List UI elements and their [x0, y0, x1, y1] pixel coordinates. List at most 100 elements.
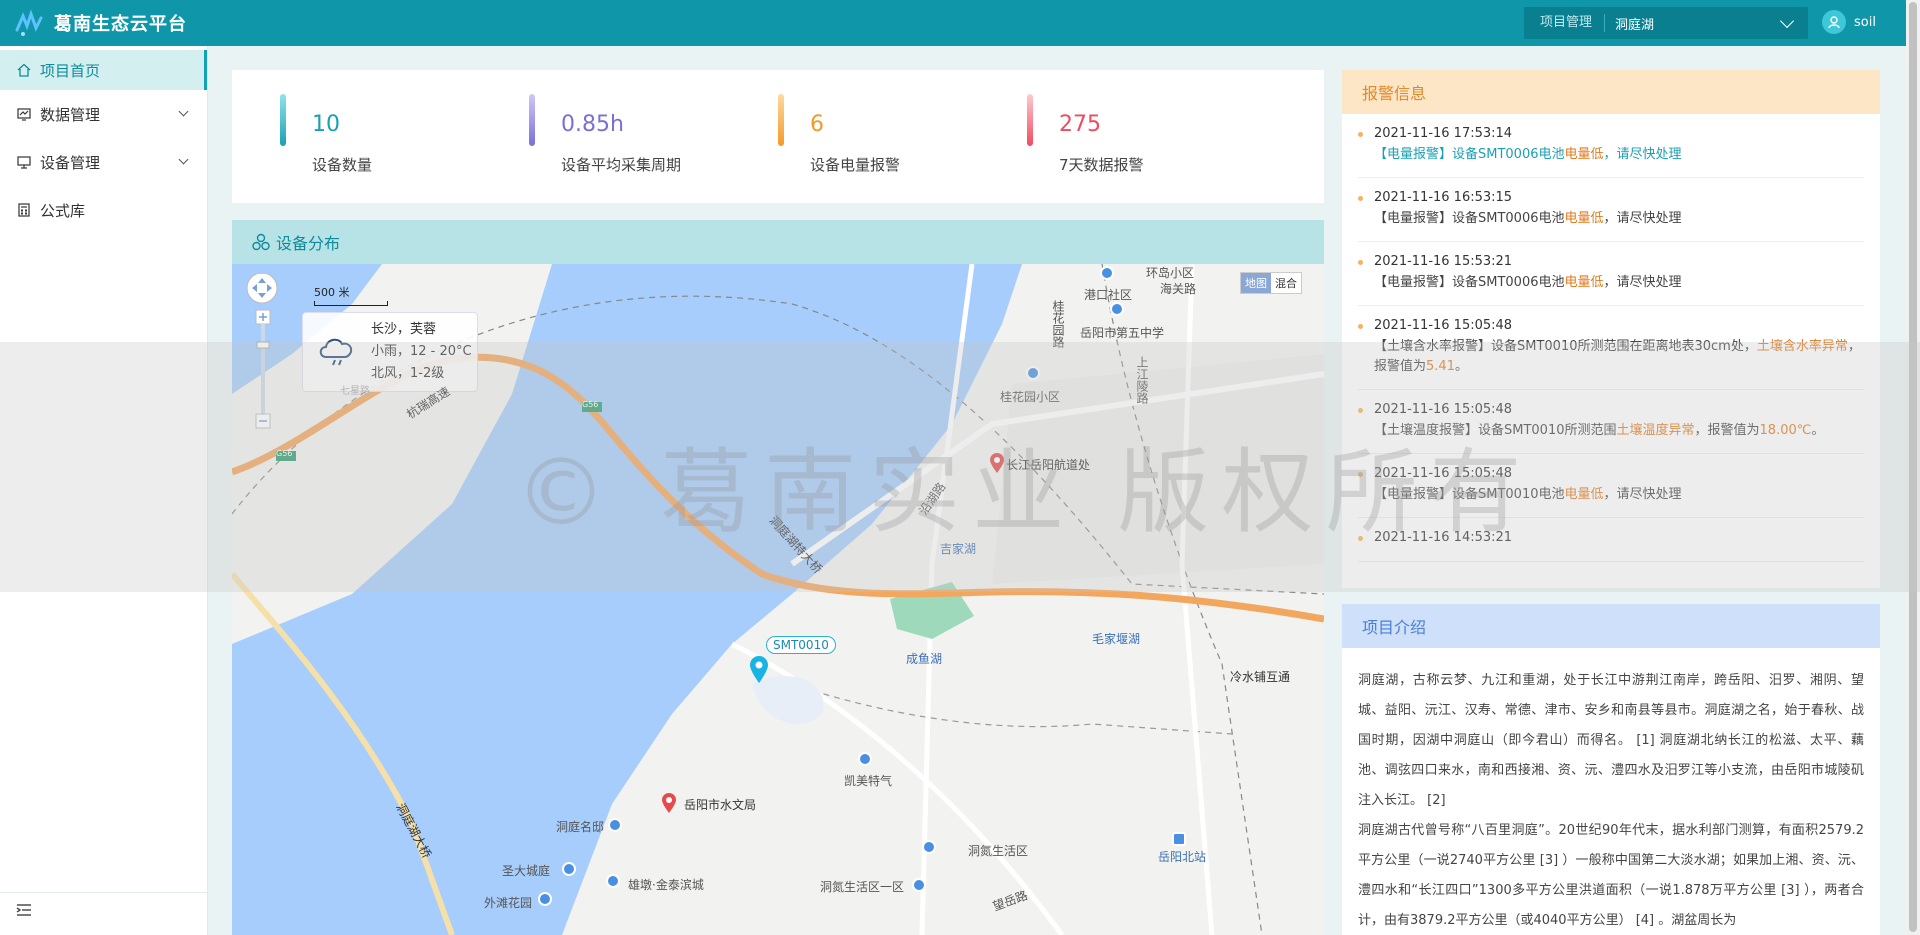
map-label: 成鱼湖	[906, 652, 943, 666]
project-select-value[interactable]: 洞庭湖	[1605, 14, 1782, 33]
alarm-message: 【电量报警】设备SMT0006电池电量低，请尽快处理	[1374, 147, 1682, 162]
stat-label: 设备电量报警	[810, 156, 901, 174]
list-item[interactable]: 2021-11-16 15:05:48 【土壤含水率报警】设备SMT0010所测…	[1358, 306, 1864, 390]
poi-icon[interactable]	[922, 840, 936, 854]
map-label: 海关路	[1160, 282, 1197, 296]
logo[interactable]: 葛南生态云平台	[14, 8, 187, 38]
map-label: G56	[582, 400, 599, 409]
weather-city: 长沙，芙蓉	[371, 322, 437, 337]
map-label: 七星路	[340, 386, 370, 397]
list-item[interactable]: 2021-11-16 16:53:15 【电量报警】设备SMT0006电池电量低…	[1358, 178, 1864, 242]
project-intro-panel: 项目介绍 洞庭湖，古称云梦、九江和重湖，处于长江中游荆江南岸，跨岳阳、汨罗、湘阴…	[1342, 604, 1880, 935]
poi-icon[interactable]	[1110, 302, 1124, 316]
poi-icon[interactable]	[912, 878, 926, 892]
chevron-down-icon[interactable]	[1779, 13, 1795, 28]
sidebar-item-data[interactable]: 数据管理	[0, 90, 207, 138]
project-label: 项目管理	[1524, 14, 1606, 32]
alarm-time: 2021-11-16 16:53:15	[1374, 190, 1513, 205]
map-label: 环岛小区	[1146, 266, 1195, 280]
scale-bar	[314, 301, 388, 306]
chevron-down-icon[interactable]	[178, 106, 189, 117]
list-item[interactable]: 2021-11-16 15:05:48 【电量报警】设备SMT0010电池电量低…	[1358, 454, 1864, 518]
sidebar-item-label: 项目首页	[40, 61, 101, 80]
stat-label: 7天数据报警	[1059, 156, 1144, 174]
formula-icon	[16, 202, 32, 218]
poi-icon[interactable]	[858, 752, 872, 766]
sidebar-item-label: 公式库	[40, 201, 86, 220]
map-label: 桂花园小区	[1000, 390, 1061, 404]
weather-widget: 长沙，芙蓉 小雨，12 - 20°C 北风，1-2级	[302, 312, 478, 392]
map-label: G56	[276, 449, 293, 458]
list-item[interactable]: 2021-11-16 17:53:14 【电量报警】设备SMT0006电池电量低…	[1358, 114, 1864, 178]
map-type-switch[interactable]: 地图 混合	[1240, 272, 1302, 294]
stat-accent-bar	[1027, 94, 1033, 146]
stat-label: 设备数量	[312, 156, 373, 174]
page-scrollbar[interactable]	[1906, 0, 1920, 935]
alarm-time: 2021-11-16 14:53:21	[1374, 530, 1513, 545]
poi-icon[interactable]	[606, 874, 620, 888]
stat-value: 6	[810, 112, 824, 137]
collapse-menu-icon[interactable]	[16, 902, 32, 921]
monitor-icon	[16, 154, 32, 170]
stat-label: 设备平均采集周期	[561, 156, 682, 174]
alarm-time: 2021-11-16 15:05:48	[1374, 402, 1513, 417]
weather-wind: 北风，1-2级	[371, 366, 445, 381]
map-label: 毛家堰湖	[1092, 632, 1141, 646]
map-label: 桂花园路	[1051, 300, 1065, 348]
map-label: 港口社区	[1084, 288, 1133, 302]
data-icon	[16, 106, 32, 122]
device-tag[interactable]: SMT0010	[766, 636, 836, 654]
project-selector[interactable]: 项目管理 洞庭湖	[1524, 7, 1808, 39]
app-title: 葛南生态云平台	[54, 14, 187, 35]
map-label: 洞氮生活区	[968, 844, 1029, 858]
map-header: 设备分布	[232, 220, 1324, 264]
scale-label: 500 米	[314, 286, 350, 299]
alarm-time: 2021-11-16 17:53:14	[1374, 126, 1513, 141]
alarm-message: 【电量报警】设备SMT0006电池电量低，请尽快处理	[1374, 275, 1682, 290]
alarm-list[interactable]: 2021-11-16 17:53:14 【电量报警】设备SMT0006电池电量低…	[1342, 114, 1880, 562]
alarm-message: 【土壤含水率报警】设备SMT0010所测范围在距离地表30cm处，土壤含水率异常…	[1374, 339, 1861, 374]
sidebar-item-home[interactable]: 项目首页	[0, 50, 207, 90]
poi-icon[interactable]	[1100, 266, 1114, 280]
poi-icon[interactable]	[608, 818, 622, 832]
intro-paragraph: 洞庭湖，古称云梦、九江和重湖，处于长江中游荆江南岸，跨岳阳、汨罗、湘阴、望城、益…	[1358, 673, 1864, 808]
stat-accent-bar	[778, 94, 784, 146]
map-label: 洞庭名邸	[556, 820, 605, 834]
stat-value: 0.85h	[561, 112, 624, 137]
weather-condition: 小雨，12 - 20°C	[371, 344, 472, 359]
scrollbar-thumb[interactable]	[1909, 2, 1917, 932]
stat-accent-bar	[280, 94, 286, 146]
alarm-message: 【土壤温度报警】设备SMT0010所测范围土壤温度异常，报警值为18.00℃。	[1374, 423, 1825, 438]
map-label: 岳阳北站	[1158, 850, 1207, 864]
map-label: 岳阳市水文局	[684, 798, 757, 812]
map-type-hybrid[interactable]: 混合	[1271, 273, 1301, 293]
poi-icon[interactable]	[562, 862, 576, 876]
alarm-message: 【电量报警】设备SMT0006电池电量低，请尽快处理	[1374, 211, 1682, 226]
alarm-header: 报警信息	[1342, 70, 1880, 114]
map-label: 凯美特气	[844, 774, 893, 788]
list-item[interactable]: 2021-11-16 14:53:21	[1358, 518, 1864, 562]
sidebar-item-devices[interactable]: 设备管理	[0, 138, 207, 186]
poi-icon[interactable]	[1026, 366, 1040, 380]
avatar[interactable]	[1822, 10, 1846, 34]
map-type-map[interactable]: 地图	[1241, 273, 1271, 293]
alarm-time: 2021-11-16 15:53:21	[1374, 254, 1513, 269]
cluster-icon	[252, 233, 270, 251]
stat-accent-bar	[529, 94, 535, 146]
poi-icon[interactable]	[538, 892, 552, 906]
home-icon	[16, 62, 32, 78]
list-item[interactable]: 2021-11-16 15:05:48 【土壤温度报警】设备SMT0010所测范…	[1358, 390, 1864, 454]
map-canvas[interactable]: 500 米 长沙，芙蓉 小雨，12 - 20°C 北风，1-2级 地图 混合 环…	[232, 264, 1324, 935]
user-menu[interactable]: soil	[1822, 10, 1876, 34]
alarm-time: 2021-11-16 15:05:48	[1374, 466, 1513, 481]
logo-icon	[14, 8, 44, 38]
sidebar-item-label: 设备管理	[40, 153, 101, 172]
sidebar-item-formula[interactable]: 公式库	[0, 186, 207, 234]
alarm-message: 【电量报警】设备SMT0010电池电量低，请尽快处理	[1374, 487, 1682, 502]
user-icon	[1828, 16, 1840, 29]
stat-value: 10	[312, 112, 340, 137]
train-station-icon[interactable]	[1172, 832, 1186, 846]
map-label: 上江陵路	[1135, 356, 1149, 404]
list-item[interactable]: 2021-11-16 15:53:21 【电量报警】设备SMT0006电池电量低…	[1358, 242, 1864, 306]
chevron-down-icon[interactable]	[178, 154, 189, 165]
